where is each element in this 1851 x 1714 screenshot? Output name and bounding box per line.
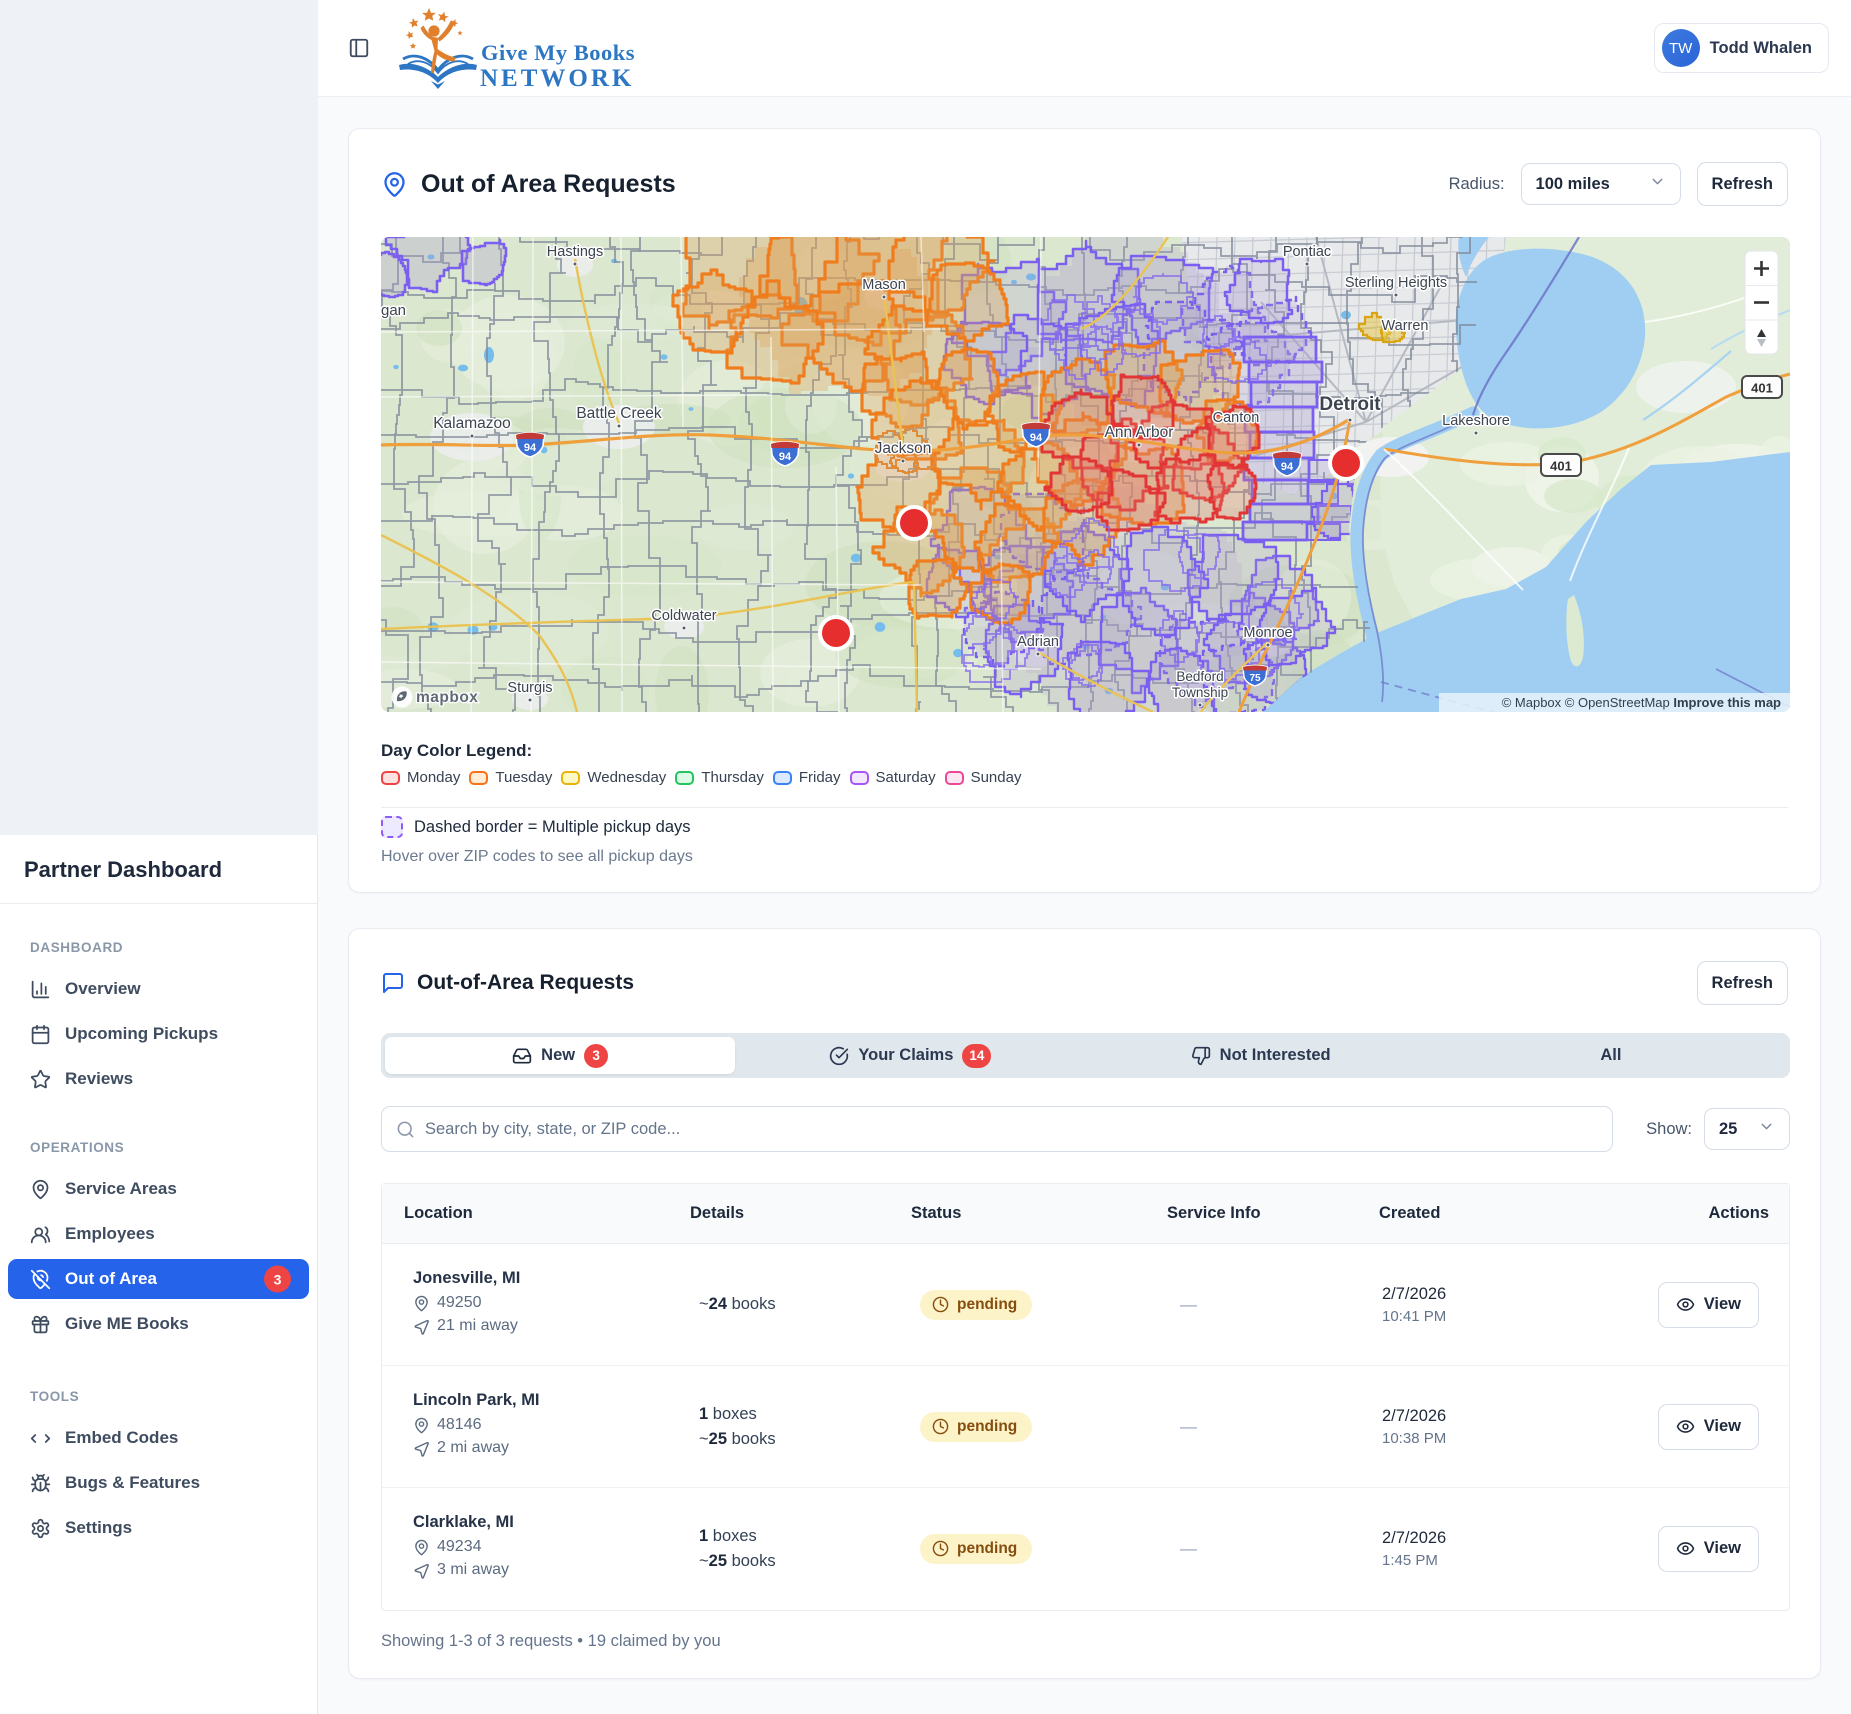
- svg-text:Battle Creek: Battle Creek: [576, 405, 662, 422]
- svg-text:Mason: Mason: [862, 277, 906, 293]
- svg-text:94: 94: [1030, 432, 1043, 444]
- svg-text:94: 94: [1281, 461, 1294, 473]
- svg-text:mapbox: mapbox: [416, 689, 478, 706]
- svg-text:94: 94: [524, 442, 537, 454]
- svg-text:Lakeshore: Lakeshore: [1442, 413, 1510, 429]
- svg-text:401: 401: [1751, 381, 1773, 396]
- svg-text:Adrian: Adrian: [1017, 634, 1059, 650]
- svg-text:Ann Arbor: Ann Arbor: [1105, 424, 1174, 441]
- svg-text:Coldwater: Coldwater: [651, 608, 716, 624]
- svg-text:75: 75: [1249, 673, 1261, 684]
- svg-text:Sturgis: Sturgis: [507, 680, 552, 696]
- svg-text:Hastings: Hastings: [547, 244, 603, 260]
- svg-text:Sterling Heights: Sterling Heights: [1345, 275, 1447, 291]
- svg-text:Pontiac: Pontiac: [1283, 244, 1331, 260]
- svg-text:Township: Township: [1172, 685, 1228, 700]
- svg-text:Warren: Warren: [1382, 318, 1429, 334]
- svg-text:Give My Books: Give My Books: [481, 40, 635, 65]
- svg-text:Canton: Canton: [1213, 410, 1260, 426]
- svg-text:© Mapbox © OpenStreetMap Impro: © Mapbox © OpenStreetMap Improve this ma…: [1502, 695, 1781, 710]
- svg-text:Monroe: Monroe: [1243, 625, 1292, 641]
- svg-text:Kalamazoo: Kalamazoo: [433, 415, 511, 432]
- svg-text:Bedford: Bedford: [1176, 669, 1223, 684]
- svg-text:NETWORK: NETWORK: [480, 65, 634, 92]
- svg-text:Detroit: Detroit: [1319, 394, 1381, 415]
- svg-text:Jackson: Jackson: [875, 440, 932, 457]
- svg-text:94: 94: [779, 451, 792, 463]
- svg-text:gan: gan: [381, 302, 406, 319]
- svg-text:401: 401: [1550, 459, 1572, 474]
